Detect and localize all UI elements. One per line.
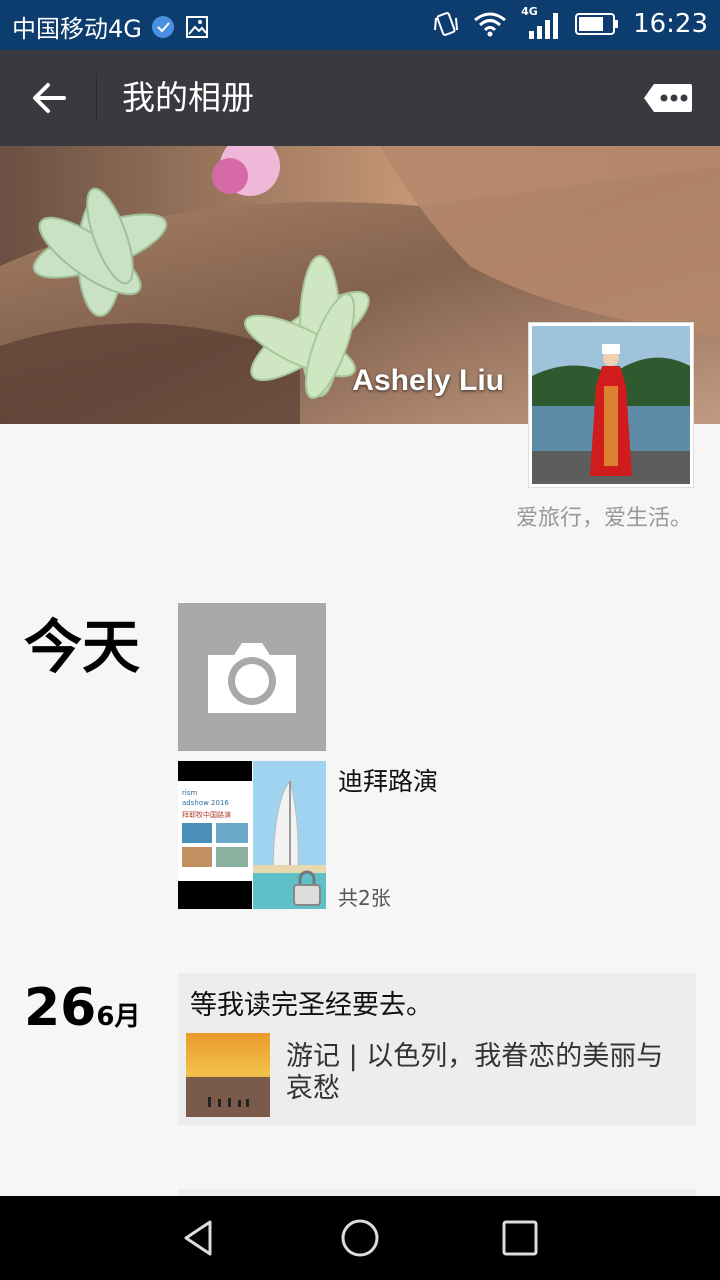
date-today: 今天 xyxy=(24,613,141,681)
album-collage: rism adshow 2016 拜耶牧中国路演 xyxy=(178,761,326,909)
nav-home-icon xyxy=(341,1219,379,1257)
nav-back-icon xyxy=(184,1220,212,1256)
vibrate-icon xyxy=(434,12,459,36)
wifi-icon xyxy=(474,12,506,37)
album-thumbnail[interactable]: rism adshow 2016 拜耶牧中国路演 xyxy=(178,761,326,909)
back-arrow-icon xyxy=(33,83,66,113)
status-right: 4G 16:23 xyxy=(433,5,708,39)
add-photo-button[interactable] xyxy=(178,603,326,751)
page-title: 我的相册 xyxy=(122,78,254,117)
more-options-button[interactable] xyxy=(642,82,694,114)
chat-bubble-icon xyxy=(151,15,174,38)
status-bar: 中国移动4G 4G 16:23 xyxy=(0,0,720,50)
nav-home-button[interactable] xyxy=(338,1216,382,1260)
more-options-icon xyxy=(644,84,692,112)
clock: 16:23 xyxy=(633,9,708,39)
post-text: 等我读完圣经要去。 xyxy=(190,990,433,1021)
camera-icon xyxy=(208,643,296,713)
date-26: 266月 xyxy=(24,978,140,1038)
nav-back-button[interactable] xyxy=(178,1216,222,1260)
svg-text:adshow 2016: adshow 2016 xyxy=(182,799,229,807)
nav-recents-button[interactable] xyxy=(498,1216,542,1260)
battery-icon xyxy=(575,13,619,35)
user-name: Ashely Liu xyxy=(352,364,504,397)
svg-text:拜耶牧中国路演: 拜耶牧中国路演 xyxy=(182,810,231,819)
album-title[interactable]: 迪拜路演 xyxy=(338,762,438,798)
carrier-label: 中国移动4G xyxy=(12,15,142,43)
avatar-photo xyxy=(532,326,690,484)
date-day: 26 xyxy=(24,978,97,1038)
nav-recents-icon xyxy=(502,1220,538,1256)
status-left: 中国移动4G xyxy=(12,9,210,44)
album-count: 共2张 xyxy=(338,886,391,910)
back-button[interactable] xyxy=(24,74,74,122)
post-card[interactable]: 等我读完圣经要去。 游记 | 以色列，我眷恋的美丽与哀愁 xyxy=(178,973,696,1125)
signature: 爱旅行，爱生活。 xyxy=(515,506,692,531)
svg-text:rism: rism xyxy=(182,789,197,797)
date-month: 6月 xyxy=(96,1002,141,1032)
post-link-title: 游记 | 以色列，我眷恋的美丽与哀愁 xyxy=(286,1041,664,1104)
gallery-icon xyxy=(185,15,208,38)
post-link-thumbnail xyxy=(186,1033,270,1117)
app-bar: 我的相册 xyxy=(0,50,720,146)
avatar[interactable] xyxy=(528,322,694,488)
app-bar-divider xyxy=(96,74,97,122)
signal-icon xyxy=(529,13,559,39)
signal-group: 4G xyxy=(521,5,561,39)
navigation-bar xyxy=(0,1196,720,1280)
